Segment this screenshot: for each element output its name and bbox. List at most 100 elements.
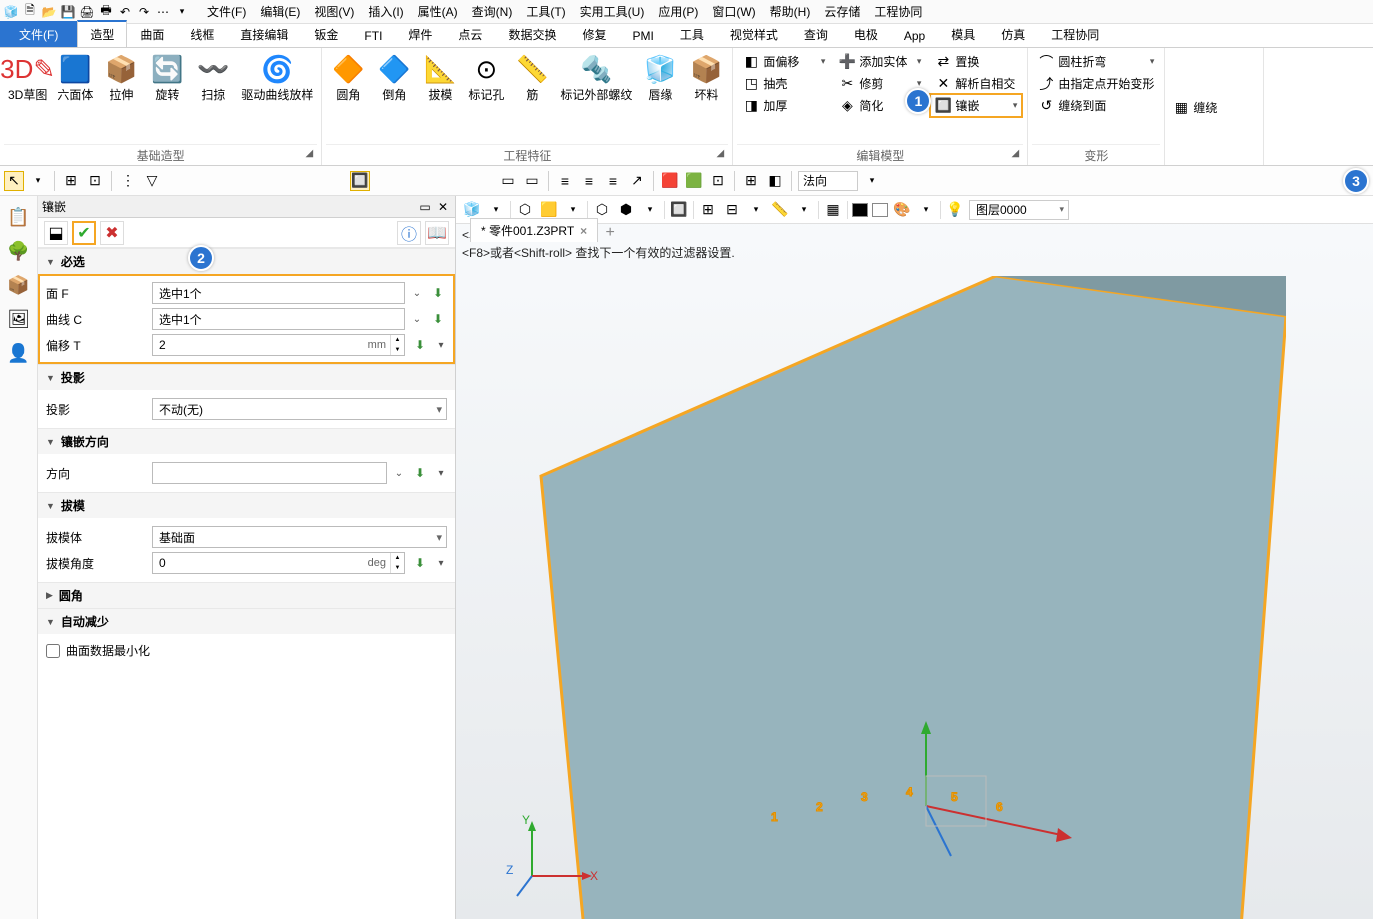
close-icon[interactable]: × — [580, 224, 587, 238]
print-icon[interactable]: 🖨 — [78, 3, 96, 21]
vp-icon[interactable]: 🟨 — [539, 200, 559, 220]
tb-icon[interactable]: ≡ — [603, 171, 623, 191]
btn-extrude[interactable]: 📦拉伸 — [99, 50, 143, 144]
filter-icon[interactable]: ⋮ — [118, 171, 138, 191]
dropdown-icon[interactable]: ▾ — [862, 171, 882, 191]
offset-input[interactable] — [153, 335, 364, 355]
part-icon[interactable]: 📦 — [6, 272, 32, 298]
ok-button[interactable]: ✔ — [72, 221, 96, 245]
btn-lip[interactable]: 🧊唇缘 — [638, 50, 682, 144]
filter-icon[interactable]: ▽ — [142, 171, 162, 191]
section-draft[interactable]: ▼拔模 — [38, 493, 455, 518]
section-fillet[interactable]: ▶圆角 — [38, 583, 455, 608]
document-tab[interactable]: * 零件001.Z3PRT × — [470, 218, 598, 242]
tb-icon[interactable]: ▭ — [498, 171, 518, 191]
vp-icon[interactable]: ⬡ — [592, 200, 612, 220]
vp-icon[interactable]: ⊞ — [698, 200, 718, 220]
btn-markhole[interactable]: ⊙标记孔 — [464, 50, 508, 144]
btn-fillet[interactable]: 🔶圆角 — [326, 50, 370, 144]
chevron-icon[interactable]: ⌄ — [393, 468, 405, 479]
color-white[interactable] — [872, 203, 888, 217]
btn-thicken[interactable]: ◨加厚 — [739, 95, 829, 116]
tb-icon[interactable]: ◧ — [765, 171, 785, 191]
projection-select[interactable] — [153, 399, 432, 419]
draftangle-input[interactable] — [153, 553, 364, 573]
ribbon-tab-query[interactable]: 查询 — [791, 21, 841, 47]
ribbon-tab-directedit[interactable]: 直接编辑 — [227, 21, 301, 47]
chevron-icon[interactable]: ▾ — [435, 468, 447, 479]
menu-app[interactable]: 应用(P) — [652, 1, 704, 22]
dialog-launcher-icon[interactable]: ◢ — [714, 148, 726, 160]
menu-collab[interactable]: 工程协同 — [868, 1, 928, 22]
chevron-down-icon[interactable]: ▾ — [916, 200, 936, 220]
chevron-down-icon[interactable]: ▾ — [486, 200, 506, 220]
info-icon[interactable]: ⓘ — [397, 221, 421, 245]
chevron-icon[interactable]: ⌄ — [411, 288, 423, 299]
print-preview-icon[interactable]: 🖶 — [97, 3, 115, 21]
ribbon-tab-tools[interactable]: 工具 — [667, 21, 717, 47]
vp-icon[interactable]: ⊟ — [722, 200, 742, 220]
layers-icon[interactable]: 🖼 — [6, 306, 32, 332]
btn-pointdeform[interactable]: ⤴由指定点开始变形 — [1034, 73, 1158, 94]
spinner[interactable]: ▲▼ — [390, 335, 404, 355]
btn-draft[interactable]: 📐拔模 — [418, 50, 462, 144]
btn-shell[interactable]: ◳抽壳 — [739, 73, 829, 94]
color-picker-icon[interactable]: 🎨 — [892, 200, 912, 220]
chevron-down-icon[interactable]: ▾ — [746, 200, 766, 220]
tree-icon[interactable]: 🌳 — [6, 238, 32, 264]
ribbon-tab-pmi[interactable]: PMI — [619, 24, 666, 47]
chevron-icon[interactable]: ▾ — [435, 558, 447, 569]
btn-3dsketch[interactable]: 3D✎3D草图 — [4, 50, 51, 144]
tb-icon[interactable]: 🟥 — [660, 171, 680, 191]
menu-file[interactable]: 文件(F) — [201, 1, 252, 22]
face-input[interactable] — [153, 283, 404, 303]
bulb-icon[interactable]: 💡 — [945, 200, 965, 220]
tool-active-icon[interactable]: 🔲 — [350, 171, 370, 191]
tb-icon[interactable]: ≡ — [555, 171, 575, 191]
pin-icon[interactable]: ▭ — [417, 199, 433, 215]
new-icon[interactable]: 🗎 — [21, 3, 39, 21]
ribbon-tab-file[interactable]: 文件(F) — [0, 21, 77, 47]
btn-chamfer[interactable]: 🔷倒角 — [372, 50, 416, 144]
dropdown-icon[interactable]: ▾ — [28, 171, 48, 191]
curve-input[interactable] — [153, 309, 404, 329]
vp-icon[interactable]: ⬡ — [515, 200, 535, 220]
section-direction[interactable]: ▼镶嵌方向 — [38, 429, 455, 454]
tb-icon[interactable]: ≡ — [579, 171, 599, 191]
open-icon[interactable]: 📂 — [40, 3, 58, 21]
vp-icon[interactable]: ⬢ — [616, 200, 636, 220]
filter-icon[interactable]: ⊡ — [85, 171, 105, 191]
select-mode-icon[interactable]: ↖ — [4, 171, 24, 191]
ribbon-tab-model[interactable]: 造型 — [77, 20, 127, 47]
ribbon-tab-electrode[interactable]: 电极 — [841, 21, 891, 47]
tb-icon[interactable]: ↗ — [627, 171, 647, 191]
vp-icon[interactable]: ▦ — [823, 200, 843, 220]
btn-faceoffset[interactable]: ◧面偏移▾ — [739, 51, 829, 72]
menu-help[interactable]: 帮助(H) — [764, 1, 817, 22]
ribbon-tab-mold[interactable]: 模具 — [938, 21, 988, 47]
dialog-launcher-icon[interactable]: ◢ — [303, 148, 315, 160]
chevron-down-icon[interactable]: ▾ — [794, 200, 814, 220]
undo-icon[interactable]: ↶ — [116, 3, 134, 21]
spinner[interactable]: ▲▼ — [390, 553, 404, 573]
filter-icon[interactable]: ⊞ — [61, 171, 81, 191]
close-icon[interactable]: ✕ — [435, 199, 451, 215]
section-projection[interactable]: ▼投影 — [38, 365, 455, 390]
redo-icon[interactable]: ↷ — [135, 3, 153, 21]
ribbon-tab-collab[interactable]: 工程协同 — [1038, 21, 1112, 47]
color-black[interactable] — [852, 203, 868, 217]
vp-icon[interactable]: 📏 — [770, 200, 790, 220]
chevron-icon[interactable]: ▾ — [435, 340, 447, 351]
viewport[interactable]: 🧊 ▾ ⬡ 🟨 ▾ ⬡ ⬢ ▾ 🔲 ⊞ ⊟ ▾ 📏 ▾ ▦ 🎨 ▾ — [456, 196, 1373, 919]
menu-view[interactable]: 视图(V) — [308, 1, 360, 22]
tb-icon[interactable]: ⊡ — [708, 171, 728, 191]
tb-icon[interactable]: 🟩 — [684, 171, 704, 191]
btn-emboss[interactable]: 🔲镶嵌▾ — [931, 95, 1021, 116]
pick-icon[interactable]: ⬇ — [411, 554, 429, 572]
ribbon-tab-weld[interactable]: 焊件 — [395, 21, 445, 47]
save-icon[interactable]: 💾 — [59, 3, 77, 21]
ribbon-tab-sim[interactable]: 仿真 — [988, 21, 1038, 47]
vp-icon[interactable]: 🔲 — [669, 200, 689, 220]
direction-input[interactable] — [153, 463, 386, 483]
pick-icon[interactable]: ⬇ — [429, 284, 447, 302]
